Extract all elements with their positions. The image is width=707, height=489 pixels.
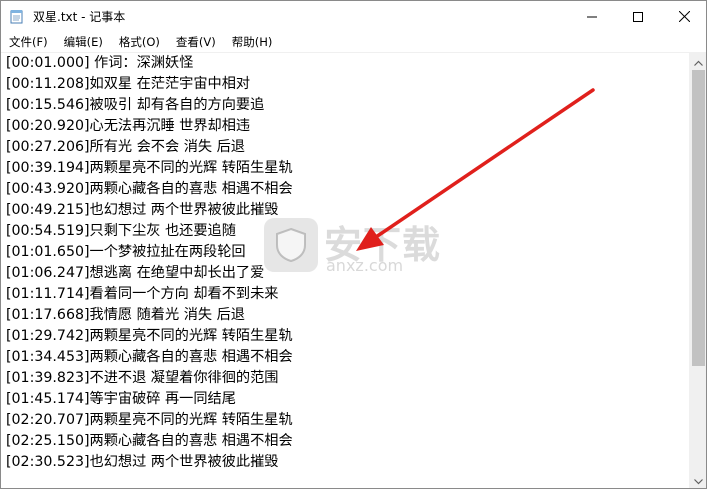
close-button[interactable] <box>661 1 706 32</box>
menu-view[interactable]: 查看(V) <box>170 32 222 52</box>
notepad-window: 双星.txt - 记事本 文件(F) 编辑(E) 格式(O) 查看(V) 帮助(… <box>0 0 707 489</box>
scroll-up-button[interactable] <box>690 51 706 70</box>
minimize-button[interactable] <box>569 1 615 32</box>
editor-line: [01:17.668]我情愿 随着光 消失 后退 <box>6 307 245 323</box>
editor-line: [00:43.920]两颗心藏各自的喜悲 相遇不相会 <box>6 181 293 197</box>
menu-bar: 文件(F) 编辑(E) 格式(O) 查看(V) 帮助(H) <box>1 32 706 52</box>
maximize-button[interactable] <box>615 1 661 32</box>
editor-line: [00:39.194]两颗星亮不同的光辉 转陌生星轨 <box>6 160 293 176</box>
editor-line: [01:29.742]两颗星亮不同的光辉 转陌生星轨 <box>6 328 293 344</box>
editor-line: [00:15.546]被吸引 却有各自的方向要追 <box>6 97 265 113</box>
editor-line: [02:30.523]也幻想过 两个世界被彼此摧毁 <box>6 454 279 470</box>
watermark: 安下载 anxz.com <box>264 212 444 277</box>
editor-line: [01:45.174]等宇宙破碎 再一同结尾 <box>6 391 236 407</box>
notepad-icon <box>10 9 24 24</box>
editor-line: [00:54.519]只剩下尘灰 也还要追随 <box>6 223 236 239</box>
shield-icon <box>264 218 318 272</box>
editor-line: [00:11.208]如双星 在茫茫宇宙中相对 <box>6 76 251 92</box>
scroll-down-button[interactable] <box>690 470 706 488</box>
editor-line: [02:20.707]两颗星亮不同的光辉 转陌生星轨 <box>6 412 293 428</box>
editor-line: [00:27.206]所有光 会不会 消失 后退 <box>6 139 245 155</box>
editor-line: [02:25.150]两颗心藏各自的喜悲 相遇不相会 <box>6 433 293 449</box>
editor-line: [00:01.000] 作词：深渊妖怪 <box>6 55 194 71</box>
menu-file[interactable]: 文件(F) <box>3 32 54 52</box>
window-title: 双星.txt - 记事本 <box>33 10 126 24</box>
scrollbar-thumb[interactable] <box>692 70 705 366</box>
editor-line: [01:11.714]看着同一个方向 却看不到未来 <box>6 286 279 302</box>
minimize-icon <box>587 7 597 26</box>
menu-format[interactable]: 格式(O) <box>113 32 166 52</box>
editor-line: [01:06.247]想逃离 在绝望中却长出了爱 <box>6 265 265 281</box>
title-bar[interactable]: 双星.txt - 记事本 <box>1 1 706 32</box>
editor-line: [01:39.823]不进不退 凝望着你徘徊的范围 <box>6 370 279 386</box>
editor-line: [00:49.215]也幻想过 两个世界被彼此摧毁 <box>6 202 279 218</box>
maximize-icon <box>633 7 643 26</box>
vertical-scrollbar[interactable] <box>689 52 706 488</box>
close-icon <box>678 7 690 26</box>
editor-line: [01:01.650]一个梦被拉扯在两段轮回 <box>6 244 246 260</box>
editor-line: [00:20.920]心无法再沉睡 世界却相违 <box>6 118 251 134</box>
editor-line: [01:34.453]两颗心藏各自的喜悲 相遇不相会 <box>6 349 293 365</box>
watermark-domain: anxz.com <box>326 256 404 275</box>
menu-edit[interactable]: 编辑(E) <box>58 32 109 52</box>
menu-help[interactable]: 帮助(H) <box>226 32 279 52</box>
chevron-down-icon <box>694 470 703 488</box>
chevron-up-icon <box>694 51 703 70</box>
